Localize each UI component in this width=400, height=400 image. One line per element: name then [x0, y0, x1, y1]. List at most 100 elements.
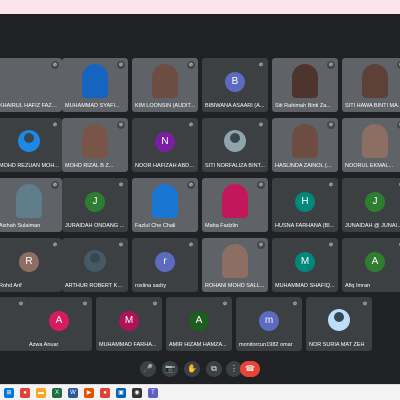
- participant-tile[interactable]: N ⊘ NOOR HAFIZAH ABD ...: [132, 118, 198, 172]
- participant-tile[interactable]: A⊘Afiq Imran: [342, 238, 400, 292]
- video-feed: [222, 184, 248, 218]
- mic-muted-icon: ⊘: [291, 300, 299, 308]
- participant-tile[interactable]: A ⊘ Azwa Anuar: [26, 297, 92, 351]
- participant-tile[interactable]: ⊘SITI HAWA BINTI MAL...: [342, 58, 400, 112]
- participant-tile[interactable]: ⊘ KHAIRUL HAFIZ FAZLI CO...: [0, 58, 62, 112]
- call-control-bar: 🎤 📷 ✋ ⧉ ⋮ ☎: [0, 354, 400, 384]
- participant-tile[interactable]: ⊘ Fazlul Che Chali: [132, 178, 198, 232]
- mic-muted-icon: ⊘: [117, 121, 125, 129]
- mic-muted-icon: ⊘: [257, 181, 265, 189]
- mic-muted-icon: ⊘: [361, 300, 369, 308]
- photos-icon[interactable]: ▣: [116, 388, 126, 398]
- windows-taskbar: ⊞ ● ▬ X W ▶ ● ▣ ◉ T: [0, 384, 400, 400]
- mic-muted-icon: ⊘: [17, 300, 25, 308]
- camera-app-icon[interactable]: ◉: [132, 388, 142, 398]
- avatar: B: [225, 72, 245, 92]
- avatar: R: [19, 252, 39, 272]
- participant-name: SITI NORFALIZA BINT...: [205, 163, 265, 169]
- meeting-header: [0, 14, 400, 56]
- more-vertical-icon: ⋮: [230, 364, 238, 373]
- profile-photo: [84, 250, 106, 272]
- participant-tile[interactable]: H ⊘ HUSNA FARHANA (BI...: [272, 178, 338, 232]
- excel-icon[interactable]: X: [52, 388, 62, 398]
- participant-name: HASLINDA ZAINOL (...: [275, 163, 332, 169]
- participant-tile[interactable]: ⊘ ROHANI MOHD SALL...: [202, 238, 268, 292]
- raise-hand-button[interactable]: ✋: [184, 361, 200, 377]
- video-feed: [16, 64, 42, 98]
- participant-name: Siti Rahimah Binti Za...: [275, 103, 331, 109]
- video-feed: [152, 184, 178, 218]
- phone-hangup-icon: ☎: [245, 364, 255, 373]
- participant-tile[interactable]: ⊘ NOR SURIA MAT ZEH: [306, 297, 372, 351]
- participant-tile[interactable]: M ⊘ MUHAMMAD FARHA...: [96, 297, 162, 351]
- participant-tile[interactable]: ⊘ MOHD RIZAL B Z...: [62, 118, 128, 172]
- file-explorer-icon[interactable]: ▬: [36, 388, 46, 398]
- participant-tile[interactable]: r ⊘ roslina sadry: [132, 238, 198, 292]
- mic-muted-icon: ⊘: [257, 121, 265, 129]
- participant-tile[interactable]: R ⊘ Rohd Arif: [0, 238, 62, 292]
- video-feed: [222, 244, 248, 278]
- windows-start-icon[interactable]: ⊞: [4, 388, 14, 398]
- avatar: A: [49, 311, 69, 331]
- camera-icon: 📷: [165, 364, 175, 373]
- mic-muted-icon: ⊘: [117, 181, 125, 189]
- mic-muted-icon: ⊘: [327, 121, 335, 129]
- participant-name: MUHAMMAD FARHA...: [99, 342, 157, 348]
- participant-tile[interactable]: ⊘ SITI NORFALIZA BINT...: [202, 118, 268, 172]
- participant-name: BIBIWANA ASAARI (A...: [205, 103, 265, 109]
- participant-tile[interactable]: ⊘ MUHAMMAD SYAFI...: [62, 58, 128, 112]
- participant-name: AMIR HIZAM HAMZA...: [169, 342, 227, 348]
- participant-name: NOR SURIA MAT ZEH: [309, 342, 365, 348]
- profile-photo: [18, 130, 40, 152]
- end-call-button[interactable]: ☎: [240, 361, 260, 377]
- participant-name: JUNAIDAH @ JUNAIN...: [345, 223, 400, 229]
- avatar: J: [85, 192, 105, 212]
- mic-muted-icon: ⊘: [51, 121, 59, 129]
- mic-muted-icon: ⊘: [187, 241, 195, 249]
- profile-photo: [328, 309, 350, 331]
- camera-button[interactable]: 📷: [162, 361, 178, 377]
- video-feed: [82, 124, 108, 158]
- teams-icon[interactable]: T: [148, 388, 158, 398]
- mic-muted-icon: ⊘: [187, 181, 195, 189]
- present-button[interactable]: ⧉: [206, 361, 222, 377]
- participant-tile[interactable]: ⊘ KIM LOONSIN (AUDIT...: [132, 58, 198, 112]
- video-feed: [292, 124, 318, 158]
- avatar: m: [259, 311, 279, 331]
- chrome-icon[interactable]: ●: [20, 388, 30, 398]
- browser-tab-strip: [0, 0, 400, 14]
- participant-tile[interactable]: ⊘NOORUL EKMAL...: [342, 118, 400, 172]
- participant-tile[interactable]: B ⊘ BIBIWANA ASAARI (A...: [202, 58, 268, 112]
- participant-tile[interactable]: A ⊘ AMIR HIZAM HAMZA...: [166, 297, 232, 351]
- participant-tile[interactable]: J⊘JUNAIDAH @ JUNAIN...: [342, 178, 400, 232]
- media-icon[interactable]: ▶: [84, 388, 94, 398]
- video-feed: [362, 64, 388, 98]
- participant-tile[interactable]: ⊘ Aishah Sulaiman: [0, 178, 62, 232]
- participant-tile[interactable]: ⊘ MOHD REZUAN MOH...: [0, 118, 62, 172]
- participant-tile[interactable]: ⊘ HASLINDA ZAINOL (...: [272, 118, 338, 172]
- participant-tile[interactable]: M ⊘ MUHAMMAD SHAFIQ...: [272, 238, 338, 292]
- participant-name: monitorcun1982 omar: [239, 342, 293, 348]
- video-feed: [16, 184, 42, 218]
- participant-tile[interactable]: ⊘ ARTHUR ROBERT KO...: [62, 238, 128, 292]
- mic-muted-icon: ⊘: [117, 61, 125, 69]
- mic-muted-icon: ⊘: [51, 61, 59, 69]
- present-icon: ⧉: [211, 364, 217, 373]
- mic-muted-icon: ⊘: [327, 61, 335, 69]
- profile-photo: [224, 130, 246, 152]
- participant-name: NOOR HAFIZAH ABD ...: [135, 163, 195, 169]
- mic-muted-icon: ⊘: [187, 61, 195, 69]
- participant-tile[interactable]: ⊘ ZAH...: [0, 297, 28, 351]
- mic-muted-icon: ⊘: [221, 300, 229, 308]
- chrome-alt-icon[interactable]: ●: [100, 388, 110, 398]
- participant-name: SITI HAWA BINTI MAL...: [345, 103, 400, 109]
- participant-tile[interactable]: ⊘ Maha Fadzlin: [202, 178, 268, 232]
- participant-tile[interactable]: J ⊘ JURAIDAH ONDANG ...: [62, 178, 128, 232]
- participant-name: MUHAMMAD SHAFIQ...: [275, 283, 335, 289]
- mic-button[interactable]: 🎤: [140, 361, 156, 377]
- mic-muted-icon: ⊘: [327, 241, 335, 249]
- participant-tile[interactable]: m ⊘ monitorcun1982 omar: [236, 297, 302, 351]
- word-icon[interactable]: W: [68, 388, 78, 398]
- participant-tile[interactable]: ⊘ Siti Rahimah Binti Za...: [272, 58, 338, 112]
- mic-muted-icon: ⊘: [257, 241, 265, 249]
